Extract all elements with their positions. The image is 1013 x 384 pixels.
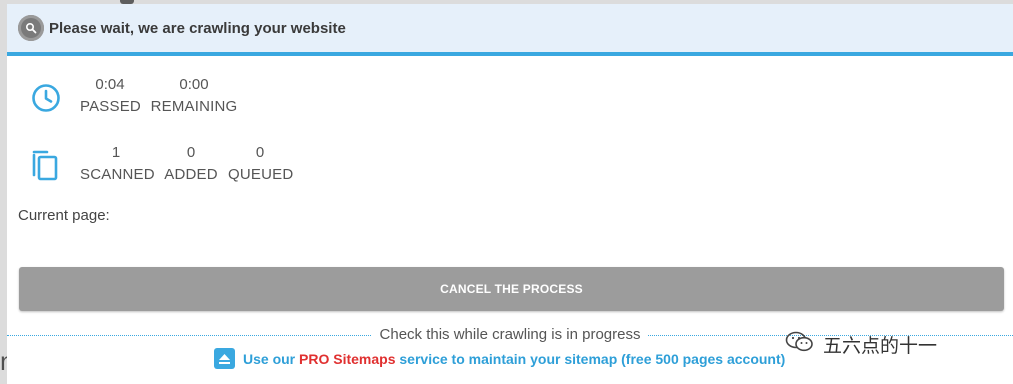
stat-value: 0 <box>255 144 265 161</box>
current-page-label: Current page: <box>18 207 110 224</box>
stat-added: 0 ADDED <box>162 142 220 186</box>
stat-value: 0:04 <box>95 76 125 93</box>
stat-label: PASSED <box>80 98 141 115</box>
copy-pages-icon <box>31 149 61 188</box>
promo-pro-sitemaps: PRO Sitemaps <box>299 350 396 367</box>
pro-sitemaps-promo: Use our PRO Sitemaps service to maintain… <box>214 348 785 369</box>
modal-header: Please wait, we are crawling your websit… <box>7 4 1013 56</box>
stat-value: 0:00 <box>179 76 209 93</box>
watermark-text: 五六点的十一 <box>823 335 938 357</box>
search-icon <box>18 15 44 41</box>
stat-remaining: 0:00 REMAINING <box>150 74 238 118</box>
stat-label: REMAINING <box>150 98 238 115</box>
stat-label: SCANNED <box>80 166 155 183</box>
stat-label: ADDED <box>164 166 218 183</box>
cancel-process-button[interactable]: CANCEL THE PROCESS <box>19 267 1004 311</box>
watermark: 五六点的十一 <box>785 330 937 359</box>
modal-title: Please wait, we are crawling your websit… <box>49 19 346 37</box>
check-text: Check this while crawling is in progress <box>371 326 649 343</box>
page-stats: 1 SCANNED 0 ADDED 0 QUEUED <box>7 142 607 192</box>
clock-icon <box>31 83 61 118</box>
promo-prefix: Use our <box>243 350 300 367</box>
upload-icon <box>214 348 235 369</box>
promo-link[interactable]: Use our PRO Sitemaps service to maintain… <box>243 351 785 367</box>
wechat-icon <box>785 330 815 359</box>
stat-value: 1 <box>111 144 121 161</box>
stat-label: QUEUED <box>228 166 294 183</box>
time-stats: 0:04 PASSED 0:00 REMAINING <box>7 74 607 124</box>
stat-scanned: 1 SCANNED <box>80 142 155 186</box>
promo-suffix: service to maintain your sitemap (free 5… <box>395 350 786 367</box>
stat-value: 0 <box>186 144 196 161</box>
stat-passed: 0:04 PASSED <box>80 74 141 118</box>
stat-queued: 0 QUEUED <box>228 142 294 186</box>
crawl-progress-modal: Please wait, we are crawling your websit… <box>7 4 1013 384</box>
